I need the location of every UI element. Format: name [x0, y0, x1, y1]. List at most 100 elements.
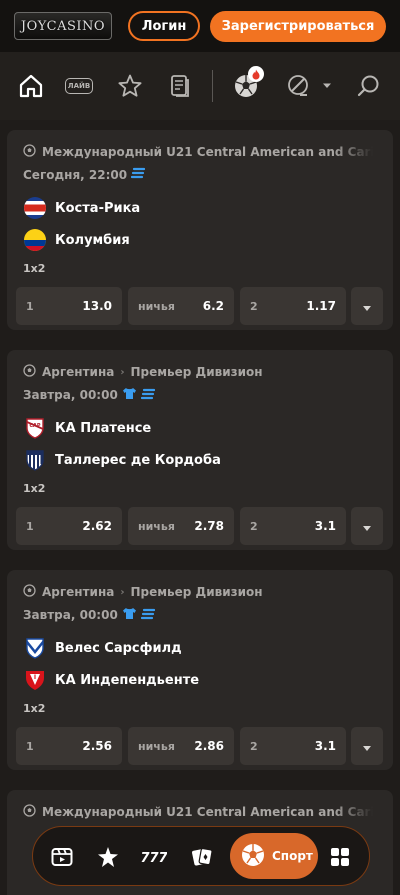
video-icon[interactable] [49, 844, 75, 870]
league-name: Международный U21 Central American and C… [42, 145, 373, 159]
coupon-icon[interactable] [166, 72, 194, 100]
search-icon[interactable] [355, 72, 383, 100]
more-markets-button[interactable] [351, 727, 383, 765]
odd-value: 3.1 [314, 519, 336, 533]
team-home-name: Коста-Рика [55, 200, 141, 216]
slots-777-icon[interactable]: 777 [141, 844, 167, 870]
league-name: Аргентина [42, 365, 115, 379]
soccer-ball-icon [23, 364, 36, 380]
star-icon[interactable] [116, 72, 144, 100]
match-card[interactable]: Международный U21 Central American and C… [7, 130, 393, 330]
team-away: Колумбия [23, 228, 130, 252]
soccer-ball-icon [23, 584, 36, 600]
chevron-down-icon [362, 737, 372, 756]
league-name: Международный U21 Central American and C… [42, 805, 373, 819]
league-row: Международный U21 Central American and C… [23, 144, 373, 160]
jersey-icon [122, 387, 137, 403]
hockey-icon[interactable] [284, 72, 312, 100]
odd-label: ничья [138, 519, 175, 533]
odd-value: 2.78 [194, 519, 224, 533]
stats-icon [140, 608, 155, 623]
odd-button-2[interactable]: 2 3.1 [240, 507, 346, 545]
svg-text:CAP: CAP [29, 423, 41, 429]
league-row: Аргентина › Премьер Дивизион [23, 364, 373, 380]
odd-button-2[interactable]: 2 3.1 [240, 727, 346, 765]
odd-label: 2 [250, 519, 258, 533]
match-time-text: Завтра, 00:00 [23, 608, 118, 622]
live-label: ЛАЙВ [65, 78, 93, 94]
match-time: Завтра, 00:00 [23, 387, 155, 403]
platense-crest-icon: CAP [23, 416, 47, 440]
live-icon[interactable]: ЛАЙВ [65, 72, 93, 100]
team-away-name: Колумбия [55, 232, 130, 248]
league-name: Аргентина [42, 585, 115, 599]
odd-value: 13.0 [82, 299, 112, 313]
match-card[interactable]: Аргентина › Премьер Дивизион Завтра, 00:… [7, 570, 393, 770]
league-division: Премьер Дивизион [130, 585, 263, 599]
odd-button-draw[interactable]: ничья 2.78 [128, 507, 234, 545]
team-away: Таллерес де Кордоба [23, 448, 221, 472]
chevron-down-icon [362, 517, 372, 536]
login-button[interactable]: Логин [128, 11, 200, 41]
soccer-ball-icon[interactable] [232, 66, 264, 100]
independiente-crest-icon: I [23, 668, 47, 692]
soccer-ball-icon [23, 804, 36, 820]
sport-tab-label: Спорт [272, 849, 313, 863]
team-home: Коста-Рика [23, 196, 140, 220]
chevron-down-icon [362, 297, 372, 316]
fire-icon [248, 66, 264, 82]
nav-divider [212, 70, 213, 102]
more-markets-button[interactable] [351, 287, 383, 325]
sport-tab[interactable]: Спорт [230, 833, 318, 879]
team-away-name: Таллерес де Кордоба [55, 452, 221, 468]
sport-nav: ЛАЙВ [0, 52, 400, 120]
team-home: CAP КА Платенсе [23, 416, 151, 440]
odd-button-draw[interactable]: ничья 2.86 [128, 727, 234, 765]
odd-value: 2.62 [82, 519, 112, 533]
match-time-text: Сегодня, 22:00 [23, 167, 128, 182]
top-header: JOYCASINO Логин Зарегистрироваться [0, 0, 400, 52]
market-label: 1x2 [23, 262, 46, 275]
cards-icon[interactable] [189, 844, 215, 870]
odd-label: ничья [138, 299, 175, 313]
odd-value: 6.2 [202, 299, 224, 313]
spark-star-icon[interactable] [95, 844, 121, 870]
league-division: Премьер Дивизион [130, 365, 263, 379]
stats-icon [140, 388, 155, 403]
odd-button-draw[interactable]: ничья 6.2 [128, 287, 234, 325]
odd-label: 2 [250, 739, 258, 753]
grid-menu-icon[interactable] [327, 844, 353, 870]
team-home-name: КА Платенсе [55, 420, 152, 436]
odd-button-2[interactable]: 2 1.17 [240, 287, 346, 325]
chevron-down-icon[interactable] [316, 72, 338, 100]
match-card[interactable]: Аргентина › Премьер Дивизион Завтра, 00:… [7, 350, 393, 550]
team-home-name: Велес Сарсфилд [55, 640, 182, 656]
logo[interactable]: JOYCASINO [14, 12, 112, 40]
odd-label: 1 [26, 299, 34, 313]
jersey-icon [122, 607, 137, 623]
market-label: 1x2 [23, 482, 46, 495]
odd-button-1[interactable]: 1 13.0 [16, 287, 122, 325]
odd-label: 1 [26, 519, 34, 533]
breadcrumb-separator-icon: › [120, 366, 125, 378]
odd-button-1[interactable]: 1 2.62 [16, 507, 122, 545]
home-icon[interactable] [17, 72, 45, 100]
team-home: Велес Сарсфилд [23, 636, 182, 660]
odd-value: 2.86 [194, 739, 224, 753]
league-row: Международный U21 Central American and C… [23, 804, 373, 820]
team-away: I КА Индепендьенте [23, 668, 199, 692]
breadcrumb-separator-icon: › [120, 586, 125, 598]
svg-text:I: I [34, 674, 36, 681]
svg-text:777: 777 [141, 851, 167, 866]
market-label: 1x2 [23, 702, 46, 715]
odd-label: 1 [26, 739, 34, 753]
register-button[interactable]: Зарегистрироваться [210, 11, 386, 42]
stats-icon [130, 167, 146, 182]
odd-label: ничья [138, 739, 175, 753]
odd-value: 1.17 [306, 299, 336, 313]
odd-button-1[interactable]: 1 2.56 [16, 727, 122, 765]
match-time: Сегодня, 22:00 [23, 167, 146, 182]
league-row: Аргентина › Премьер Дивизион [23, 584, 373, 600]
more-markets-button[interactable] [351, 507, 383, 545]
colombia-flag-icon [23, 228, 47, 252]
